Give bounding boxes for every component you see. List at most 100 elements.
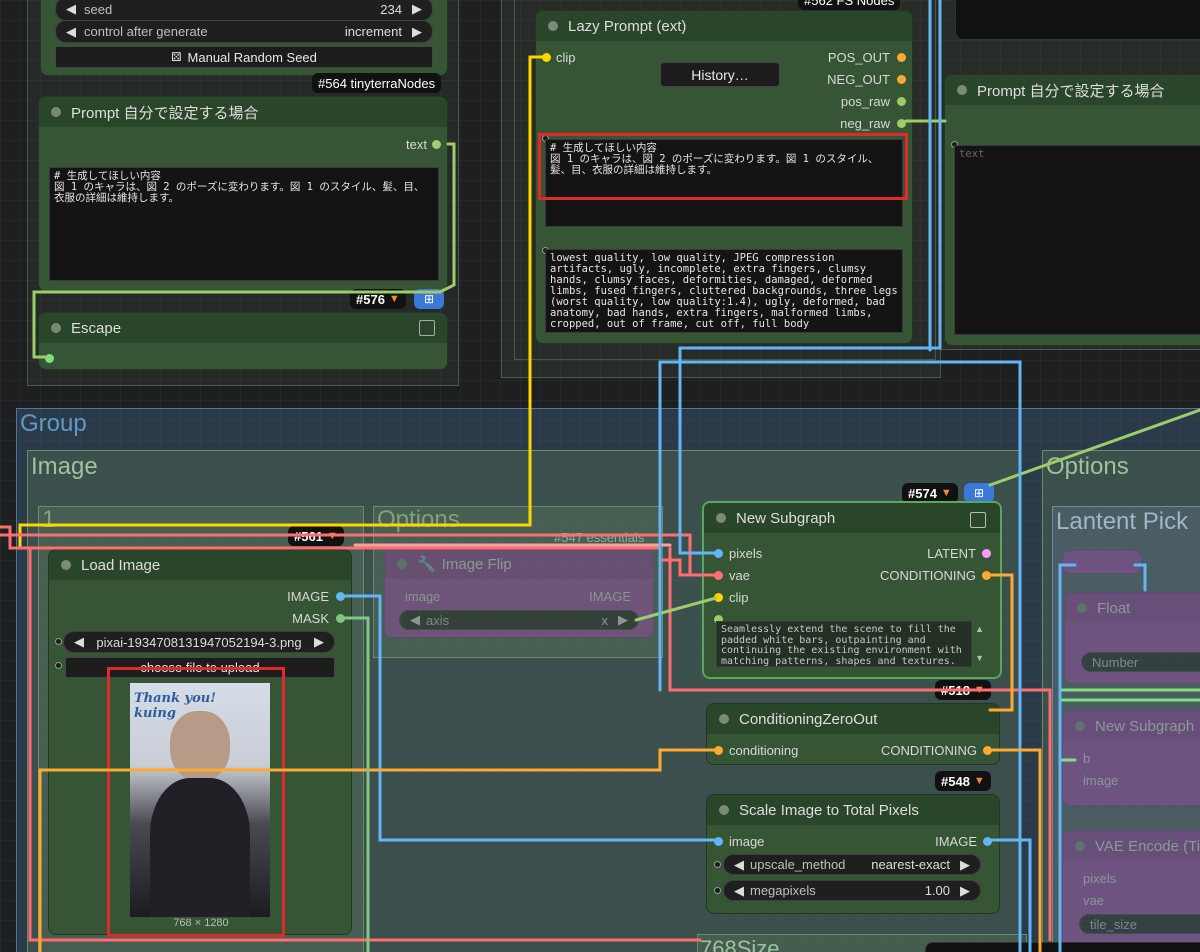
history-button[interactable]: History… bbox=[660, 62, 780, 87]
conditioning-zero-out-node[interactable]: ConditioningZeroOut conditioning CONDITI… bbox=[706, 703, 1000, 765]
load-image-header[interactable]: Load Image bbox=[49, 550, 351, 580]
image-flip-header[interactable]: 🔧 Image Flip bbox=[385, 549, 653, 579]
group-sub-1-title[interactable]: 1 bbox=[42, 506, 55, 534]
collapse-dot[interactable] bbox=[716, 513, 726, 523]
output-port-neg-raw[interactable] bbox=[897, 119, 906, 128]
expand-icon[interactable] bbox=[419, 320, 435, 336]
group-sub-options-title[interactable]: Options bbox=[377, 506, 460, 534]
right-subgraph-header[interactable]: New Subgraph bbox=[1063, 711, 1200, 741]
new-subgraph-node[interactable]: New Subgraph pixels vae clip LATENT COND… bbox=[702, 501, 1002, 679]
arrow-left-icon[interactable]: ◀ bbox=[734, 883, 744, 899]
vae-encode-node[interactable]: VAE Encode (Ti pixels vae tile_size bbox=[1062, 830, 1200, 950]
conditioning-zero-out-header[interactable]: ConditioningZeroOut bbox=[707, 704, 999, 734]
collapse-dot[interactable] bbox=[719, 714, 729, 724]
input-port-pixels[interactable] bbox=[714, 549, 723, 558]
escape-node[interactable]: Escape bbox=[38, 312, 448, 370]
right-subgraph-node[interactable]: New Subgraph b image bbox=[1062, 710, 1200, 806]
collapse-dot[interactable] bbox=[1075, 841, 1085, 851]
prompt-right-header[interactable]: Prompt 自分で設定する場合 bbox=[945, 75, 1200, 105]
input-port-clip[interactable] bbox=[714, 593, 723, 602]
collapse-dot[interactable] bbox=[1075, 721, 1085, 731]
prompt-left-textarea[interactable]: # 生成してほしい内容 図 1 のキャラは、図 2 のポーズに変わります。図 1… bbox=[49, 167, 439, 281]
input-port-vae[interactable] bbox=[714, 571, 723, 580]
input-port-clip[interactable] bbox=[542, 53, 551, 62]
input-port-image[interactable] bbox=[714, 837, 723, 846]
prompt-right-textarea[interactable]: text bbox=[954, 145, 1200, 335]
upload-widget-port[interactable] bbox=[55, 662, 62, 669]
scroll-up-icon[interactable]: ▲ bbox=[975, 624, 984, 634]
input-port-conditioning[interactable] bbox=[714, 746, 723, 755]
collapse-dot[interactable] bbox=[1077, 603, 1087, 613]
prompt-node-right[interactable]: Prompt 自分で設定する場合 text bbox=[944, 74, 1200, 346]
arrow-right-icon[interactable]: ▶ bbox=[314, 634, 324, 650]
output-port-image[interactable] bbox=[336, 592, 345, 601]
float-node[interactable]: Float Number bbox=[1064, 592, 1200, 684]
tile-size-widget[interactable]: tile_size bbox=[1079, 914, 1200, 934]
collapse-dot[interactable] bbox=[51, 107, 61, 117]
node-canvas[interactable]: Group Image Options Lantent Pick 1 Optio… bbox=[0, 0, 1200, 952]
float-header[interactable]: Float bbox=[1065, 593, 1200, 623]
axis-widget[interactable]: ◀ axis x ▶ bbox=[399, 610, 639, 630]
output-port-image[interactable] bbox=[983, 837, 992, 846]
arrow-left-icon[interactable]: ◀ bbox=[74, 634, 84, 650]
seed-node[interactable]: ◀ seed 234 ▶ ◀ control after generate in… bbox=[40, 0, 448, 76]
arrow-left-icon[interactable]: ◀ bbox=[410, 612, 420, 628]
collapse-dot[interactable] bbox=[51, 323, 61, 333]
lazy-prompt-header[interactable]: Lazy Prompt (ext) bbox=[536, 11, 912, 41]
group-lantent-pick-title[interactable]: Lantent Pick bbox=[1056, 508, 1188, 536]
arrow-left-icon[interactable]: ◀ bbox=[734, 857, 744, 873]
scroll-down-icon[interactable]: ▼ bbox=[975, 653, 984, 663]
arrow-left-icon[interactable]: ◀ bbox=[66, 1, 76, 17]
arrow-right-icon[interactable]: ▶ bbox=[618, 612, 628, 628]
output-port-text[interactable] bbox=[432, 140, 441, 149]
output-port-latent[interactable] bbox=[982, 549, 991, 558]
prompt-left-header[interactable]: Prompt 自分で設定する場合 bbox=[39, 97, 447, 127]
upscale-method-widget[interactable]: ◀ upscale_method nearest-exact ▶ bbox=[723, 854, 981, 875]
control-after-generate-widget[interactable]: ◀ control after generate increment ▶ bbox=[55, 20, 433, 43]
prompt-node-left[interactable]: Prompt 自分で設定する場合 text # 生成してほしい内容 図 1 のキ… bbox=[38, 96, 448, 292]
group-bottom-title[interactable]: 768Size bbox=[700, 936, 780, 952]
arrow-right-icon[interactable]: ▶ bbox=[412, 1, 422, 17]
output-port-pos-out[interactable] bbox=[897, 53, 906, 62]
subgraph-prompt-textarea[interactable]: Seamlessly extend the scene to fill the … bbox=[716, 621, 972, 667]
reroute-node[interactable] bbox=[1062, 550, 1142, 574]
vae-encode-header[interactable]: VAE Encode (Ti bbox=[1063, 831, 1200, 861]
collapse-dot[interactable] bbox=[548, 21, 558, 31]
expand-icon[interactable] bbox=[970, 512, 986, 528]
image-widget-port[interactable] bbox=[55, 638, 62, 645]
collapse-dot[interactable] bbox=[61, 560, 71, 570]
sitemap-icon[interactable]: ⊞ bbox=[414, 289, 444, 309]
escape-header[interactable]: Escape bbox=[39, 313, 447, 343]
collapse-dot[interactable] bbox=[957, 85, 967, 95]
negative-prompt-textarea[interactable]: lowest quality, low quality, JPEG compre… bbox=[545, 249, 903, 333]
group-outer-title[interactable]: Group bbox=[20, 410, 87, 438]
arrow-right-icon[interactable]: ▶ bbox=[412, 24, 422, 40]
group-options-right-title[interactable]: Options bbox=[1046, 453, 1129, 481]
scale-image-header[interactable]: Scale Image to Total Pixels bbox=[707, 795, 999, 825]
top-right-node[interactable] bbox=[955, 0, 1200, 40]
new-subgraph-header[interactable]: New Subgraph bbox=[704, 503, 1000, 533]
upscale-widget-port[interactable] bbox=[714, 861, 721, 868]
output-port-neg-out[interactable] bbox=[897, 75, 906, 84]
output-port-conditioning[interactable] bbox=[982, 571, 991, 580]
image-flip-node[interactable]: 🔧 Image Flip image IMAGE ◀ axis x ▶ bbox=[384, 548, 654, 638]
arrow-left-icon[interactable]: ◀ bbox=[66, 24, 76, 40]
output-port-mask[interactable] bbox=[336, 614, 345, 623]
manual-random-seed-button[interactable]: ⚄ Manual Random Seed bbox=[55, 46, 433, 68]
output-port-pos-raw[interactable] bbox=[897, 97, 906, 106]
arrow-right-icon[interactable]: ▶ bbox=[960, 857, 970, 873]
sitemap-icon[interactable]: ⊞ bbox=[964, 483, 994, 503]
output-port-conditioning[interactable] bbox=[983, 746, 992, 755]
megapixels-widget-port[interactable] bbox=[714, 887, 721, 894]
escape-input-port[interactable] bbox=[45, 354, 54, 363]
number-widget[interactable]: Number bbox=[1081, 652, 1200, 672]
bottom-right-dark-node[interactable] bbox=[925, 942, 1200, 952]
scale-image-node[interactable]: Scale Image to Total Pixels image IMAGE … bbox=[706, 794, 1000, 914]
collapse-dot[interactable] bbox=[719, 805, 729, 815]
collapse-dot[interactable] bbox=[397, 559, 407, 569]
megapixels-widget[interactable]: ◀ megapixels 1.00 ▶ bbox=[723, 880, 981, 901]
seed-widget[interactable]: ◀ seed 234 ▶ bbox=[55, 0, 433, 21]
image-file-selector[interactable]: ◀ pixai-1934708131947052194-3.png ▶ bbox=[63, 631, 335, 653]
arrow-right-icon[interactable]: ▶ bbox=[960, 883, 970, 899]
group-image-title[interactable]: Image bbox=[31, 453, 98, 481]
